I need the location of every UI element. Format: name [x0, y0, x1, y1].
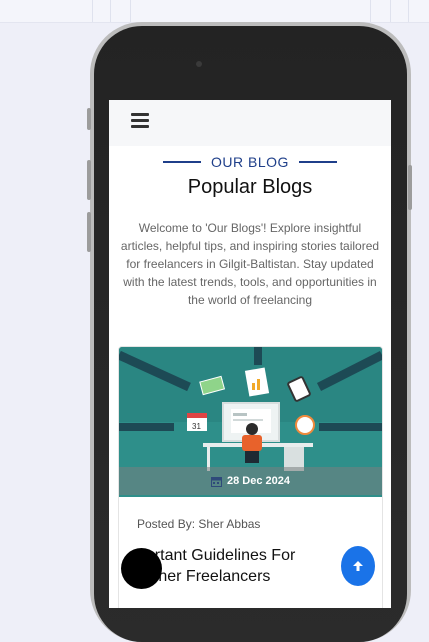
phone-side-button: [87, 212, 91, 252]
page-title: Popular Blogs: [187, 176, 313, 198]
post-title[interactable]: portant Guidelines For ginner Freelancer…: [137, 545, 327, 587]
browser-ruler: [0, 0, 429, 23]
date-bar: 28 Dec 2024: [119, 467, 382, 495]
scroll-to-top-button[interactable]: [341, 546, 375, 586]
navbar: [109, 100, 391, 146]
calendar-icon: [211, 476, 222, 487]
section-eyebrow: OUR BLOG: [109, 154, 391, 170]
phone-camera: [196, 61, 202, 67]
eyebrow-line-left: [163, 161, 202, 163]
hamburger-menu-icon[interactable]: [131, 113, 149, 129]
phone-side-button: [87, 160, 91, 200]
phone-side-button: [87, 108, 91, 130]
intro-text: Welcome to 'Our Blogs'! Explore insightf…: [120, 221, 380, 307]
phone-side-button: [408, 165, 412, 210]
svg-text:31: 31: [192, 422, 201, 431]
eyebrow-text: OUR BLOG: [211, 154, 289, 170]
arrow-up-icon: [353, 561, 363, 571]
floating-chat-button[interactable]: [121, 548, 162, 589]
eyebrow-line-right: [298, 161, 337, 163]
post-date: 28 Dec 2024: [227, 475, 290, 487]
phone-screen: OUR BLOG Popular Blogs Welcome to 'Our B…: [109, 100, 391, 608]
post-author: Posted By: Sher Abbas: [137, 517, 261, 531]
